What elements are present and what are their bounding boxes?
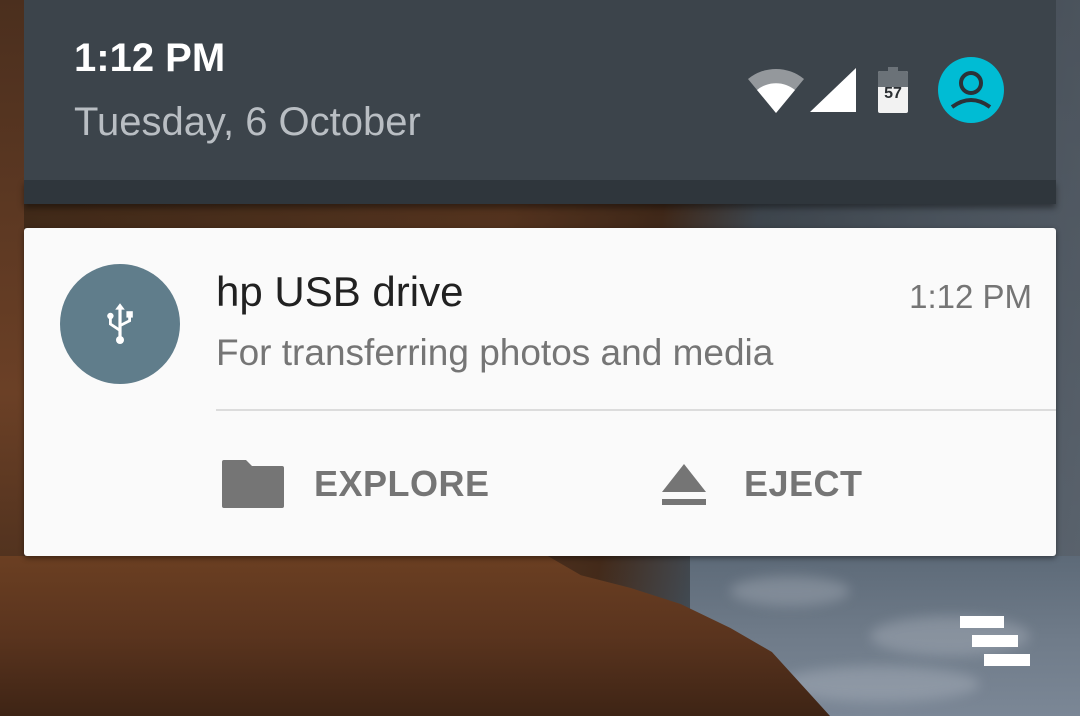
battery-icon: 57	[878, 67, 908, 113]
eject-icon	[662, 464, 706, 505]
notification-shade: 1:12 PM Tuesday, 6 October 57 hp USB dri…	[0, 0, 1080, 716]
clock[interactable]: 1:12 PM	[74, 36, 225, 81]
quick-settings-edge	[24, 180, 1056, 204]
eject-button[interactable]: EJECT	[660, 452, 863, 516]
usb-icon	[60, 264, 180, 384]
cell-signal-icon	[810, 68, 856, 112]
date[interactable]: Tuesday, 6 October	[74, 100, 421, 145]
notification-time: 1:12 PM	[909, 278, 1032, 315]
clear-all-icon[interactable]	[956, 612, 1032, 670]
wifi-icon	[748, 68, 804, 113]
battery-percent: 57	[884, 85, 902, 102]
explore-button[interactable]: EXPLORE	[220, 452, 490, 516]
explore-label: EXPLORE	[314, 463, 490, 504]
divider	[216, 409, 1056, 411]
quick-settings-header[interactable]: 1:12 PM Tuesday, 6 October 57	[24, 0, 1056, 180]
folder-icon	[222, 460, 284, 508]
eject-label: EJECT	[744, 463, 863, 504]
user-avatar-icon[interactable]	[938, 57, 1004, 123]
notification-text: For transferring photos and media	[216, 332, 774, 373]
notification-title: hp USB drive	[216, 268, 464, 315]
status-icons: 57	[748, 56, 1004, 124]
usb-notification-card[interactable]: hp USB drive 1:12 PM For transferring ph…	[24, 228, 1056, 556]
